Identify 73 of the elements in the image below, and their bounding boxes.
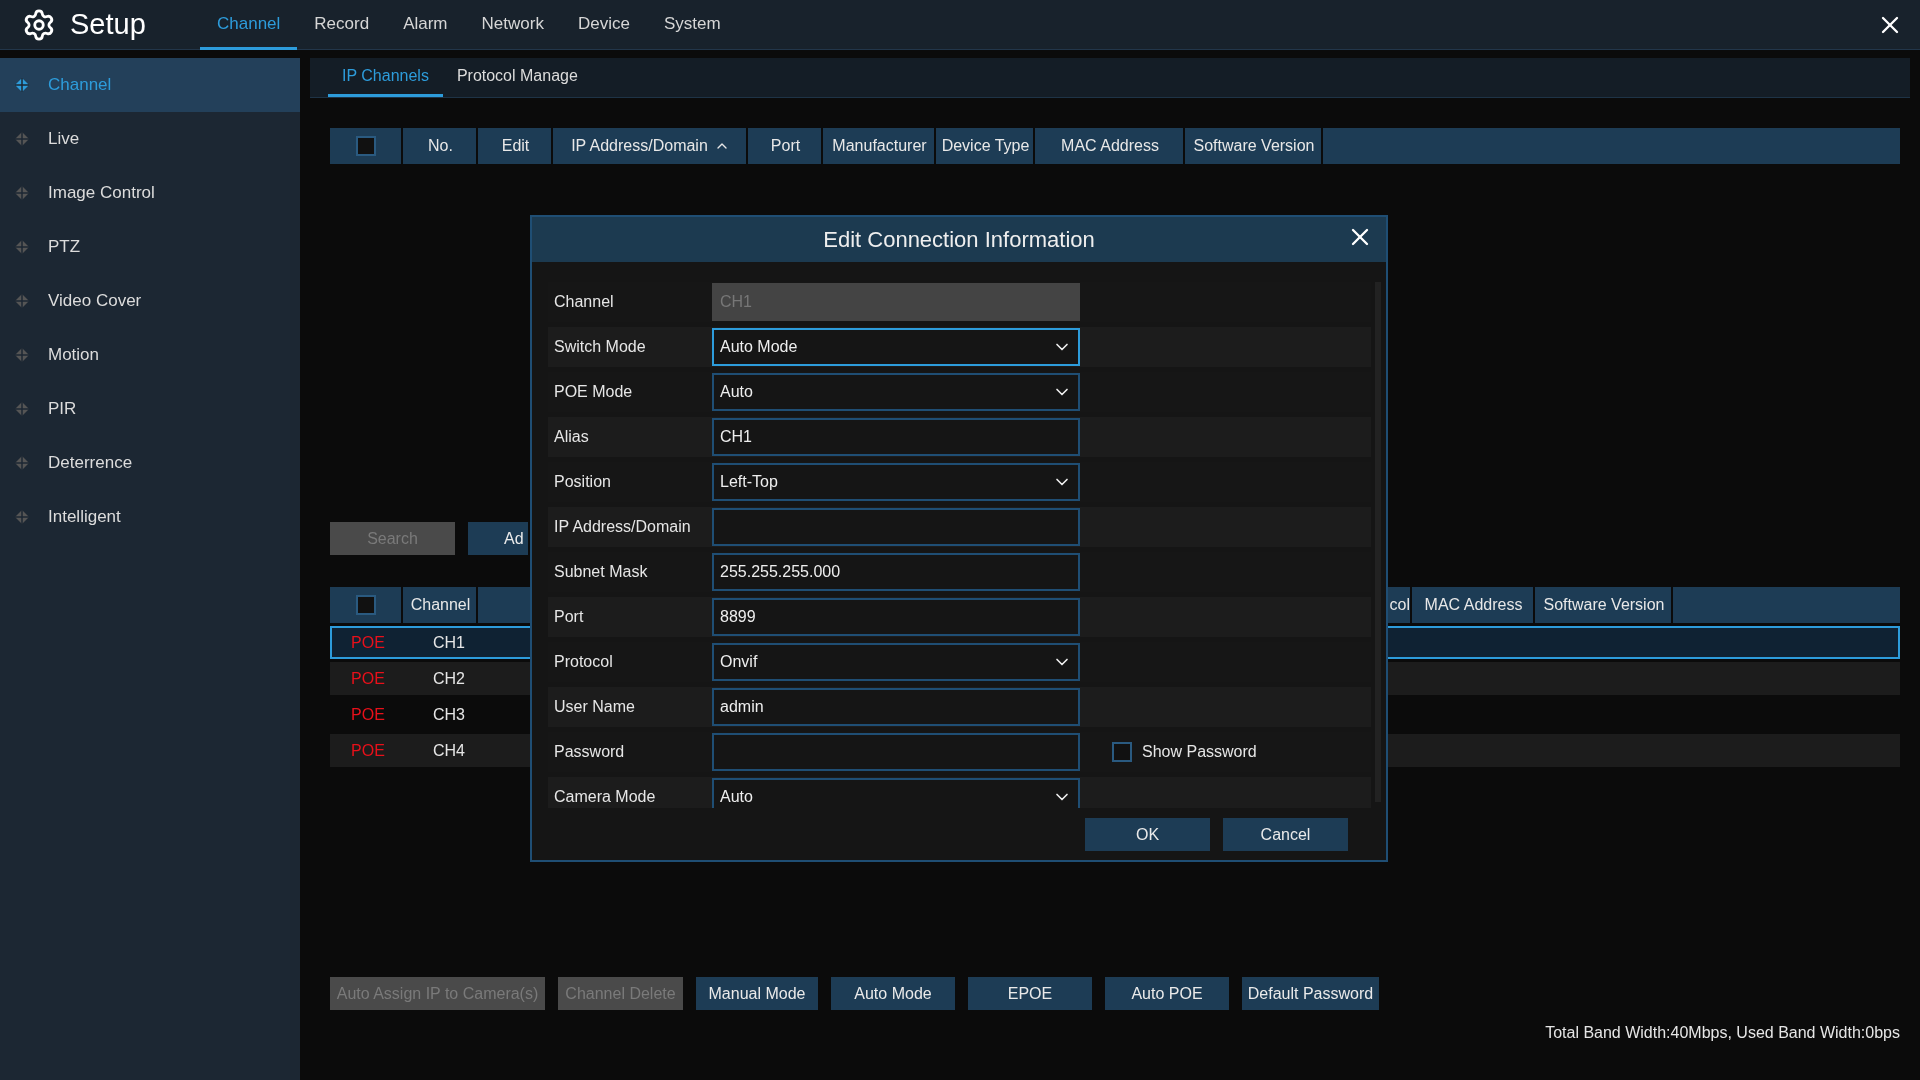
table-cell-text: CH1	[432, 633, 466, 652]
menu-tab[interactable]: Device	[560, 0, 647, 50]
sidebar-item[interactable]: PIR	[0, 382, 300, 436]
checkbox[interactable]	[1112, 742, 1132, 762]
poe-label: POE	[350, 669, 386, 688]
sidebar-item[interactable]: Motion	[0, 328, 300, 382]
sidebar-item[interactable]: Channel	[0, 58, 300, 112]
table-cell-text: CH4	[432, 741, 466, 760]
crosshair-icon	[14, 347, 30, 363]
poe-label: POE	[350, 741, 386, 760]
menu-tab[interactable]: System	[646, 0, 738, 50]
sidebar-item[interactable]: Video Cover	[0, 274, 300, 328]
app-title: Setup	[70, 8, 146, 41]
field-label: Password	[553, 743, 626, 761]
menu-tab[interactable]: Channel	[200, 0, 298, 50]
menu-tab[interactable]: Alarm	[386, 0, 465, 50]
dialog-button[interactable]: Cancel	[1223, 818, 1348, 851]
crosshair-icon	[14, 509, 30, 525]
bandwidth-status: Total Band Width:40Mbps, Used Band Width:0bps	[1545, 1024, 1900, 1042]
sidebar-item[interactable]: Intelligent	[0, 490, 300, 544]
sidebar-item[interactable]: Deterrence	[0, 436, 300, 490]
action-button[interactable]: Auto POE	[1105, 977, 1229, 1010]
sub-tab[interactable]: Protocol Manage	[442, 58, 592, 97]
crosshair-icon	[14, 239, 30, 255]
poe-label: POE	[350, 705, 386, 724]
action-button[interactable]: Auto Mode	[831, 977, 955, 1010]
select-all-checkbox[interactable]	[355, 136, 376, 156]
toolbar-button[interactable]: Ad	[468, 522, 528, 555]
input-field[interactable]: 255.255.255.000	[712, 553, 1080, 591]
field-label: Position	[553, 473, 612, 491]
field-label: Camera Mode	[553, 788, 657, 806]
field-label: Subnet Mask	[553, 563, 649, 581]
menu-tab[interactable]: Record	[297, 0, 387, 50]
sub-tab[interactable]: IP Channels	[328, 58, 443, 97]
input-field[interactable]: admin	[712, 688, 1080, 726]
dropdown[interactable]: Auto	[712, 373, 1080, 411]
input-field[interactable]	[712, 733, 1080, 771]
dropdown[interactable]: Auto	[712, 778, 1080, 808]
input-field[interactable]: CH1	[712, 418, 1080, 456]
select-all-checkbox[interactable]	[355, 595, 376, 615]
crosshair-icon	[14, 401, 30, 417]
dropdown[interactable]: Auto Mode	[712, 328, 1080, 366]
input-field[interactable]: 8899	[712, 598, 1080, 636]
dropdown[interactable]: Onvif	[712, 643, 1080, 681]
dialog-button[interactable]: OK	[1085, 818, 1210, 851]
table-cell-text: CH3	[432, 705, 466, 724]
table-cell-text: CH2	[432, 669, 466, 688]
action-button[interactable]: Default Password	[1242, 977, 1379, 1010]
menu-tab[interactable]: Network	[464, 0, 561, 50]
field-label: IP Address/Domain	[553, 518, 692, 536]
checkbox-label: Show Password	[1142, 743, 1257, 761]
field-label: Protocol	[553, 653, 614, 671]
field-label: Channel	[553, 293, 615, 311]
input-field[interactable]	[712, 508, 1080, 546]
settings-icon[interactable]	[22, 7, 56, 42]
crosshair-icon	[14, 455, 30, 471]
sidebar-item[interactable]: Live	[0, 112, 300, 166]
field-label: Alias	[553, 428, 590, 446]
action-button[interactable]: EPOE	[968, 977, 1092, 1010]
crosshair-icon	[14, 185, 30, 201]
field-label: Port	[553, 608, 585, 626]
sidebar-item[interactable]: Image Control	[0, 166, 300, 220]
field-label: Switch Mode	[553, 338, 647, 356]
crosshair-icon	[14, 131, 30, 147]
poe-label: POE	[350, 633, 386, 652]
field-label: POE Mode	[553, 383, 634, 401]
crosshair-icon	[14, 77, 30, 93]
action-button[interactable]: Manual Mode	[696, 977, 818, 1010]
dialog-title: Edit Connection Information	[823, 226, 1095, 253]
dropdown[interactable]: Left-Top	[712, 463, 1080, 501]
crosshair-icon	[14, 293, 30, 309]
sidebar-item[interactable]: PTZ	[0, 220, 300, 274]
field-label: User Name	[553, 698, 636, 716]
